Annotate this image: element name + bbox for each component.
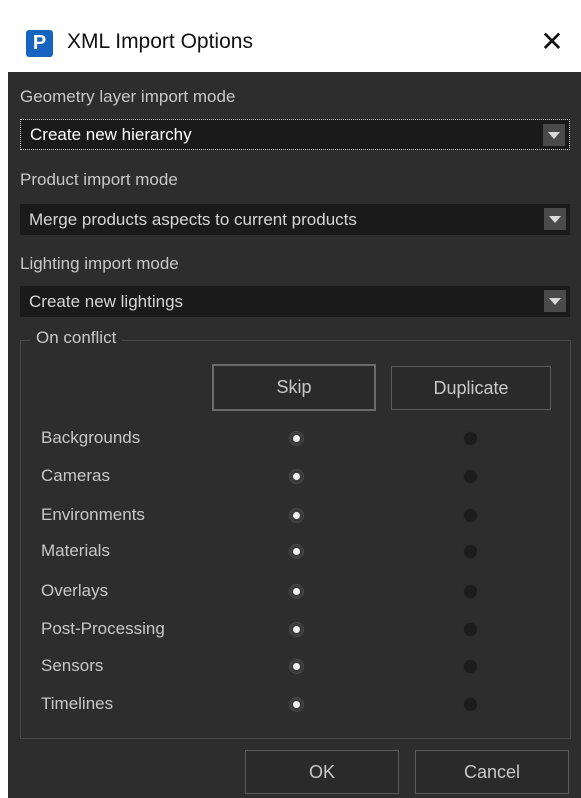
duplicate-radio[interactable] [463,697,478,712]
product-import-value: Merge products aspects to current produc… [29,210,357,229]
conflict-row-label: Overlays [41,581,109,600]
geometry-import-value: Create new hierarchy [30,125,192,144]
skip-radio[interactable] [289,508,304,523]
skip-all-button[interactable]: Skip [212,364,376,411]
duplicate-radio[interactable] [463,544,478,559]
skip-radio[interactable] [289,431,304,446]
duplicate-radio[interactable] [463,622,478,637]
skip-radio[interactable] [289,469,304,484]
duplicate-radio[interactable] [463,431,478,446]
geometry-import-label: Geometry layer import mode [20,87,236,106]
conflict-row-label: Post-Processing [41,619,165,638]
conflict-row-label: Cameras [41,466,110,485]
duplicate-radio[interactable] [463,508,478,523]
lighting-import-value: Create new lightings [29,292,184,311]
dropdown-arrow-icon[interactable] [543,124,565,146]
product-import-label: Product import mode [20,170,178,189]
duplicate-radio[interactable] [463,584,478,599]
conflict-row-label: Materials [41,541,110,560]
skip-radio[interactable] [289,622,304,637]
window-title: XML Import Options [67,30,253,53]
skip-radio[interactable] [289,659,304,674]
skip-radio[interactable] [289,697,304,712]
skip-radio[interactable] [289,584,304,599]
conflict-row-label: Backgrounds [41,428,141,447]
xml-import-options-dialog: P XML Import Options ✕ Geometry layer im… [0,0,581,798]
product-import-select[interactable]: Merge products aspects to current produc… [20,204,570,235]
cancel-button[interactable]: Cancel [415,750,569,794]
app-logo-icon: P [26,30,53,57]
conflict-row-label: Timelines [41,694,114,713]
close-icon[interactable]: ✕ [538,26,566,58]
duplicate-radio[interactable] [463,659,478,674]
duplicate-all-button[interactable]: Duplicate [391,366,551,410]
geometry-import-select[interactable]: Create new hierarchy [20,119,570,150]
dropdown-arrow-icon[interactable] [544,290,566,312]
ok-button[interactable]: OK [245,750,399,794]
on-conflict-title: On conflict [30,328,123,348]
skip-radio[interactable] [289,544,304,559]
duplicate-radio[interactable] [463,469,478,484]
lighting-import-label: Lighting import mode [20,254,179,273]
conflict-row-label: Environments [41,505,145,524]
dropdown-arrow-icon[interactable] [544,208,566,230]
lighting-import-select[interactable]: Create new lightings [20,286,570,317]
conflict-row-label: Sensors [41,656,104,675]
